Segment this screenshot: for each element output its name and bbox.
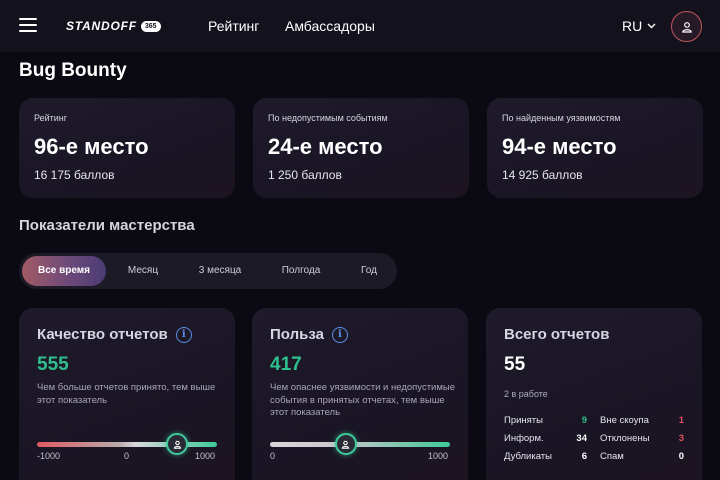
tab-month[interactable]: Месяц [117, 256, 169, 286]
stat-spam-value: 0 [678, 451, 684, 462]
rank-card-events: По недопустимым событиям 24-е место 1 25… [253, 98, 469, 198]
rank-points: 14 925 баллов [502, 168, 583, 182]
rank-card-vulnerabilities: По найденным уязвимостям 94-е место 14 9… [487, 98, 703, 198]
info-icon[interactable]: i [175, 326, 192, 343]
rank-points: 1 250 баллов [268, 168, 342, 182]
stat-duplicates-label: Дубликаты [504, 451, 552, 462]
benefit-title: Польза i [270, 326, 348, 343]
nav-rating[interactable]: Рейтинг [208, 18, 259, 34]
rank-card-overall: Рейтинг 96-е место 16 175 баллов [19, 98, 235, 198]
rank-label: По недопустимым событиям [268, 113, 388, 123]
stat-rejected-value: 3 [678, 433, 684, 444]
stat-out-of-scope-value: 1 [678, 415, 684, 426]
logo-badge: 365 [140, 20, 161, 32]
stat-info-label: Информ. [504, 433, 544, 444]
rank-label: По найденным уязвимостям [502, 113, 621, 123]
mastery-section-title: Показатели мастерства [19, 217, 195, 234]
benefit-title-text: Польза [270, 326, 324, 343]
rank-place: 94-е место [502, 134, 617, 159]
info-icon[interactable]: i [331, 326, 348, 343]
quality-max-label: 1000 [195, 451, 216, 461]
total-value: 55 [504, 354, 526, 375]
quality-description: Чем больше отчетов принято, тем выше это… [37, 382, 216, 406]
benefit-max-label: 1000 [428, 451, 449, 461]
tab-half-year[interactable]: Полгода [271, 256, 331, 286]
benefit-card: Польза i 417 Чем опаснее уязвимости и не… [252, 308, 468, 480]
total-reports-card: Всего отчетов 55 2 в работе Приняты 9 Ин… [486, 308, 702, 480]
logo[interactable]: STANDOFF 365 [66, 19, 161, 33]
menu-icon[interactable] [19, 18, 37, 32]
stat-spam-label: Спам [600, 451, 624, 462]
benefit-slider-track [270, 442, 450, 447]
page-title: Bug Bounty [19, 60, 127, 81]
user-icon [341, 440, 350, 449]
stat-rejected-label: Отклонены [600, 433, 650, 444]
quality-mid-label: 0 [124, 451, 130, 461]
stat-info-value: 34 [576, 433, 587, 444]
quality-value: 555 [37, 354, 69, 375]
quality-slider-track [37, 442, 217, 447]
stat-accepted-value: 9 [581, 415, 587, 426]
quality-slider-thumb[interactable] [166, 433, 189, 455]
stat-accepted-label: Приняты [504, 415, 543, 426]
quality-title: Качество отчетов i [37, 326, 192, 343]
rank-label: Рейтинг [34, 113, 68, 123]
user-icon [681, 21, 692, 33]
quality-min-label: -1000 [37, 451, 61, 461]
nav-ambassadors[interactable]: Амбассадоры [285, 18, 375, 34]
rank-points: 16 175 баллов [34, 168, 115, 182]
quality-title-text: Качество отчетов [37, 326, 168, 343]
benefit-description: Чем опаснее уязвимости и недопустимые со… [270, 382, 455, 418]
period-tabs: Все время Месяц 3 месяца Полгода Год [19, 253, 397, 289]
rank-place: 24-е место [268, 134, 383, 159]
benefit-value: 417 [270, 354, 302, 375]
stat-out-of-scope-label: Вне скоупа [600, 415, 649, 426]
rank-place: 96-е место [34, 134, 149, 159]
language-label: RU [622, 18, 643, 34]
tab-year[interactable]: Год [351, 256, 387, 286]
profile-button[interactable] [671, 11, 702, 42]
tab-3-months[interactable]: 3 месяца [187, 256, 253, 286]
logo-text: STANDOFF [66, 19, 137, 33]
quality-card: Качество отчетов i 555 Чем больше отчето… [19, 308, 235, 480]
user-icon [173, 440, 182, 449]
total-title: Всего отчетов [504, 326, 610, 343]
in-work-count: 2 в работе [504, 389, 548, 399]
tab-all-time[interactable]: Все время [22, 256, 106, 286]
language-selector[interactable]: RU [622, 18, 656, 34]
benefit-slider-thumb[interactable] [334, 433, 357, 455]
benefit-min-label: 0 [270, 451, 276, 461]
chevron-down-icon [647, 23, 656, 29]
top-header: STANDOFF 365 Рейтинг Амбассадоры RU [0, 0, 720, 52]
stat-duplicates-value: 6 [581, 451, 587, 462]
